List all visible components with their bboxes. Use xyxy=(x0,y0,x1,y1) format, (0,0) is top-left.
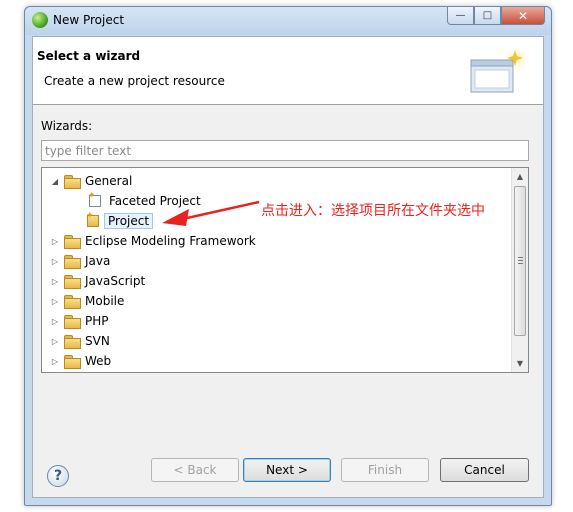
expand-arrow-icon[interactable]: ▷ xyxy=(50,256,60,266)
expand-arrow-icon[interactable]: ▷ xyxy=(50,296,60,306)
new-project-dialog: New Project — □ ✕ Select a wizard Create… xyxy=(24,6,552,506)
tree-item-label: Eclipse Modeling Framework xyxy=(85,234,256,248)
back-button[interactable]: < Back xyxy=(151,458,239,482)
wizard-banner: Select a wizard Create a new project res… xyxy=(33,37,543,105)
project-folder-icon: ✦ xyxy=(86,211,102,228)
tree-item-label: General xyxy=(85,174,133,188)
cancel-button[interactable]: Cancel xyxy=(440,458,529,482)
folder-icon xyxy=(64,234,81,249)
wizard-tree[interactable]: ◢ General ✦ Faceted Project ✦ Project ▷ … xyxy=(41,167,529,373)
window-title: New Project xyxy=(53,13,125,27)
scroll-up-icon[interactable]: ▲ xyxy=(512,168,528,185)
new-wizard-icon xyxy=(470,48,525,93)
tree-item-web[interactable]: ▷ Web xyxy=(50,351,520,371)
scrollbar-thumb[interactable] xyxy=(514,186,526,336)
annotation-text: 点击进入：选择项目所在文件夹选中 xyxy=(261,203,485,219)
minimize-button[interactable]: — xyxy=(447,7,474,25)
faceted-project-icon: ✦ xyxy=(88,191,104,208)
tree-item-javascript[interactable]: ▷ JavaScript xyxy=(50,271,520,291)
help-icon[interactable]: ? xyxy=(47,465,69,487)
tree-scrollbar[interactable]: ▲ ▼ xyxy=(511,168,528,372)
folder-icon xyxy=(64,354,81,369)
banner-title: Select a wizard xyxy=(37,49,141,63)
expand-arrow-icon[interactable]: ▷ xyxy=(50,356,60,366)
finish-button[interactable]: Finish xyxy=(341,458,429,482)
next-button[interactable]: Next > xyxy=(243,458,331,482)
folder-icon xyxy=(64,254,81,269)
eclipse-icon xyxy=(32,12,48,28)
close-button[interactable]: ✕ xyxy=(501,7,545,25)
tree-item-general[interactable]: ◢ General xyxy=(50,171,520,191)
tree-item-eclipse-modeling-framework[interactable]: ▷ Eclipse Modeling Framework xyxy=(50,231,520,251)
folder-icon xyxy=(64,294,81,309)
tree-item-label: Java xyxy=(85,254,111,268)
collapse-arrow-icon[interactable]: ◢ xyxy=(50,176,60,186)
expand-arrow-icon[interactable]: ▷ xyxy=(50,336,60,346)
dialog-content: Select a wizard Create a new project res… xyxy=(32,36,544,498)
tree-item-java[interactable]: ▷ Java xyxy=(50,251,520,271)
scroll-down-icon[interactable]: ▼ xyxy=(512,355,528,372)
annotation-arrow-icon xyxy=(162,200,260,226)
tree-item-label: JavaScript xyxy=(85,274,146,288)
filter-input[interactable] xyxy=(41,140,529,161)
window-controls: — □ ✕ xyxy=(447,7,545,25)
tree-item-php[interactable]: ▷ PHP xyxy=(50,311,520,331)
expand-arrow-icon[interactable]: ▷ xyxy=(50,276,60,286)
tree-item-label: SVN xyxy=(85,334,110,348)
tree-item-mobile[interactable]: ▷ Mobile xyxy=(50,291,520,311)
folder-icon xyxy=(64,334,81,349)
folder-icon xyxy=(64,274,81,289)
title-bar[interactable]: New Project — □ ✕ xyxy=(25,7,551,35)
tree-item-label: Project xyxy=(104,213,154,229)
maximize-button[interactable]: □ xyxy=(474,7,501,25)
expand-arrow-icon[interactable]: ▷ xyxy=(50,316,60,326)
wizards-label: Wizards: xyxy=(41,119,93,133)
folder-icon xyxy=(64,314,81,329)
tree-item-svn[interactable]: ▷ SVN xyxy=(50,331,520,351)
tree-item-label: PHP xyxy=(85,314,109,328)
folder-icon xyxy=(64,174,81,189)
tree-item-label: Mobile xyxy=(85,294,125,308)
banner-description: Create a new project resource xyxy=(44,74,225,88)
tree-item-label: Web xyxy=(85,354,112,368)
expand-arrow-icon[interactable]: ▷ xyxy=(50,236,60,246)
